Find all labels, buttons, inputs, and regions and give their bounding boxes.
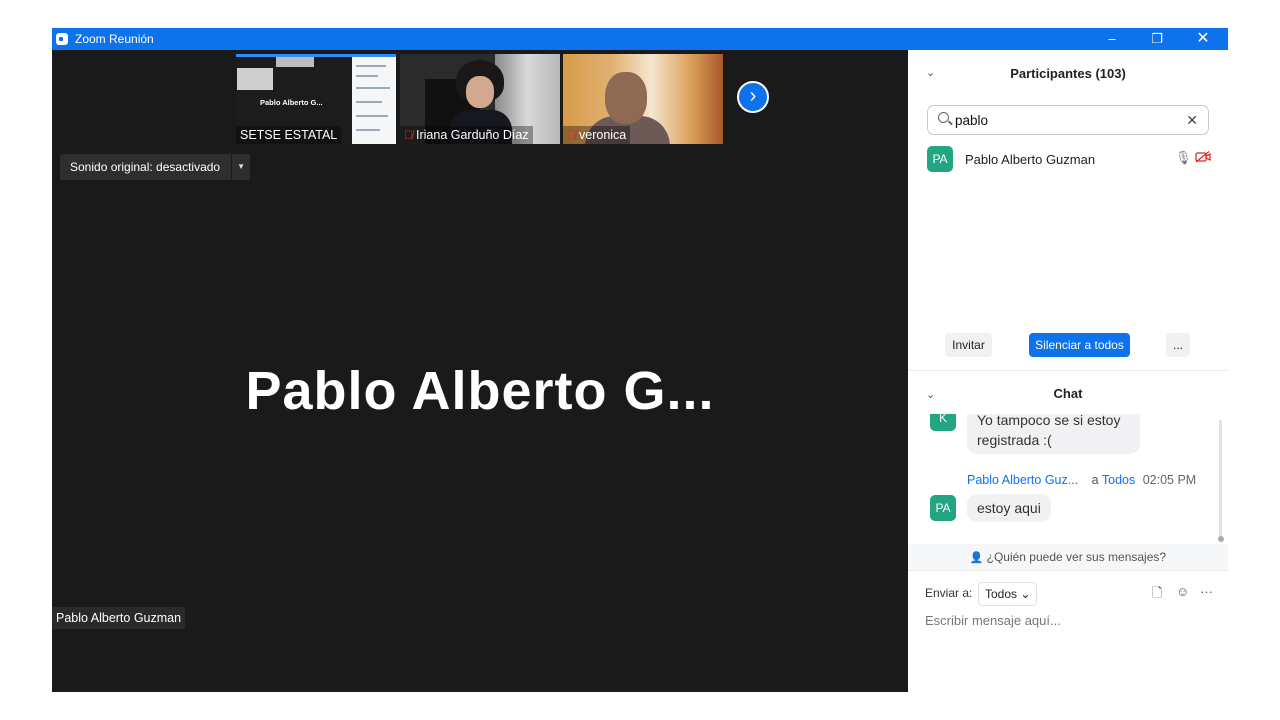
participant-row[interactable]: PA Pablo Alberto Guzman 🎙	[927, 146, 1217, 172]
close-button[interactable]: ✕	[1180, 28, 1226, 50]
user-lock-icon: 👤	[969, 552, 984, 564]
chevron-down-icon[interactable]: ▼	[231, 154, 250, 180]
next-page-button[interactable]: ›	[737, 81, 769, 113]
video-thumbnail[interactable]: 🎙̸ Iriana Garduño Díaz	[400, 54, 560, 144]
message-meta: Pablo Alberto Guz... a Todos 02:05 PM	[967, 473, 1196, 487]
zoom-window: Zoom Reunión – ❐ ✕ Pablo Alberto G... SE…	[52, 28, 1228, 692]
active-speaker-name: Pablo Alberto G...	[245, 361, 715, 421]
message-time: 02:05 PM	[1142, 473, 1197, 487]
send-to-value: Todos	[985, 587, 1018, 601]
chevron-down-icon: ⌄	[1020, 587, 1031, 601]
scroll-handle[interactable]	[1218, 536, 1224, 542]
speaker-name-label: Pablo Alberto Guzman	[52, 607, 186, 629]
avatar: PA	[927, 146, 953, 172]
participants-actions: Invitar Silenciar a todos ...	[908, 333, 1228, 357]
message-recipient: Todos	[1101, 473, 1136, 487]
search-icon	[938, 112, 949, 123]
avatar: K	[930, 414, 956, 431]
original-sound-label: Sonido original: desactivado	[70, 160, 221, 174]
side-panel: ⌄ Participantes (103) pablo ✕ PA Pablo A…	[908, 50, 1228, 692]
send-to-label: Enviar a:	[925, 586, 973, 600]
emoji-icon[interactable]: ☺	[1176, 584, 1189, 599]
message-to-prefix: a	[1091, 473, 1099, 487]
participants-header: ⌄ Participantes (103)	[908, 50, 1228, 94]
divider	[908, 570, 1228, 571]
file-icon[interactable]: 🗋	[1152, 584, 1162, 606]
send-to-dropdown[interactable]: Todos ⌄	[978, 582, 1038, 606]
restore-button[interactable]: ❐	[1134, 28, 1180, 50]
minimize-button[interactable]: –	[1089, 28, 1135, 50]
muted-mic-icon: 🎙̸	[567, 128, 576, 142]
thumbnail-label: 🎙̸ veronica	[563, 126, 631, 144]
send-to-row: Enviar a: Todos ⌄ 🗋 ☺ ···	[925, 582, 1220, 606]
divider	[908, 370, 1228, 371]
who-can-see-label: ¿Quién puede ver sus mensajes?	[986, 550, 1167, 564]
participant-face	[466, 76, 494, 108]
who-can-see-link[interactable]: 👤 ¿Quién puede ver sus mensajes?	[908, 544, 1228, 570]
more-options-icon[interactable]: ···	[1200, 584, 1213, 599]
shared-speaker-name: Pablo Alberto G...	[260, 98, 323, 107]
shared-document	[352, 57, 396, 144]
participant-name: Pablo Alberto Guzman	[965, 152, 1096, 167]
muted-mic-icon: 🎙̸	[404, 128, 413, 142]
chat-message: estoy aqui	[967, 494, 1051, 522]
chevron-right-icon: ›	[749, 85, 757, 107]
thumbnail-name: Iriana Garduño Díaz	[416, 128, 529, 142]
participants-title: Participantes (103)	[1010, 66, 1126, 81]
camera-off-icon	[1195, 151, 1211, 163]
shared-photo	[276, 57, 314, 67]
shared-photo	[237, 68, 273, 90]
video-thumbnail[interactable]: 🎙̸ veronica	[563, 54, 723, 144]
original-sound-button[interactable]: Sonido original: desactivado ▼	[60, 154, 251, 180]
video-thumbnail[interactable]: Pablo Alberto G... SETSE ESTATAL	[236, 54, 396, 144]
thumbnail-name: SETSE ESTATAL	[236, 126, 342, 144]
thumbnail-name: veronica	[579, 128, 627, 142]
avatar: PA	[930, 495, 956, 521]
chat-message-input[interactable]: Escribir mensaje aquí...	[925, 613, 1061, 628]
participant-search-input[interactable]: pablo ✕	[927, 105, 1209, 135]
video-stage: Pablo Alberto G... SETSE ESTATAL 🎙̸ Irian…	[52, 50, 908, 692]
clear-icon[interactable]: ✕	[1186, 112, 1198, 129]
participant-face	[605, 72, 647, 124]
chat-message: Yo tampoco se si estoy registrada :(	[967, 414, 1140, 454]
thumbnail-label: 🎙̸ Iriana Garduño Díaz	[400, 126, 533, 144]
more-button[interactable]: ...	[1166, 333, 1190, 357]
zoom-app-icon	[56, 33, 68, 45]
message-sender[interactable]: Pablo Alberto Guz...	[967, 473, 1078, 487]
chat-title: Chat	[1053, 386, 1083, 401]
chat-scrollbar[interactable]	[1219, 420, 1222, 538]
title-bar: Zoom Reunión – ❐ ✕	[52, 28, 1228, 50]
search-value: pablo	[955, 113, 989, 128]
invite-button[interactable]: Invitar	[945, 333, 992, 357]
microphone-icon: 🎙	[1175, 150, 1192, 165]
window-title: Zoom Reunión	[75, 32, 154, 46]
mute-all-button[interactable]: Silenciar a todos	[1029, 333, 1130, 357]
